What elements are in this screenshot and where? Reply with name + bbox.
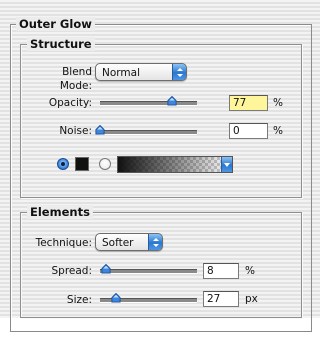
opacity-label: Opacity:: [48, 97, 92, 109]
opacity-field[interactable]: 77: [229, 95, 268, 111]
size-slider-thumb[interactable]: [111, 293, 121, 303]
noise-unit: %: [273, 125, 283, 137]
spread-unit: %: [245, 265, 255, 277]
spread-field[interactable]: 8: [203, 263, 239, 279]
technique-label: Technique:: [35, 237, 92, 249]
opacity-unit: %: [273, 97, 283, 109]
technique-value: Softer: [102, 237, 134, 249]
noise-slider-track[interactable]: [100, 130, 197, 135]
glow-color-swatch[interactable]: [75, 157, 89, 171]
size-field[interactable]: 27: [203, 291, 239, 307]
spread-slider-thumb[interactable]: [101, 264, 111, 274]
noise-label: Noise:: [59, 125, 92, 137]
popup-arrows-icon: [148, 234, 162, 250]
spread-label: Spread:: [51, 265, 92, 277]
blend-mode-label: Blend Mode:: [59, 66, 92, 92]
solid-color-radio[interactable]: [57, 158, 69, 170]
outer-glow-panel: Outer Glow Structure Blend Mode: Normal …: [0, 0, 320, 337]
noise-field[interactable]: 0: [229, 123, 268, 139]
outer-glow-title: Outer Glow: [16, 17, 95, 31]
glow-gradient-picker[interactable]: [117, 156, 233, 173]
opacity-slider-track[interactable]: [100, 101, 197, 106]
structure-title: Structure: [27, 37, 95, 51]
gradient-dropdown-icon[interactable]: [221, 157, 232, 172]
opacity-slider-thumb[interactable]: [167, 96, 177, 106]
spread-slider-track[interactable]: [100, 269, 197, 274]
popup-arrows-icon: [172, 64, 186, 80]
gradient-radio[interactable]: [99, 158, 111, 170]
technique-select[interactable]: Softer: [95, 233, 163, 251]
blend-mode-select[interactable]: Normal: [95, 63, 187, 81]
size-label: Size:: [66, 294, 92, 306]
elements-title: Elements: [27, 205, 93, 219]
blend-mode-value: Normal: [102, 67, 140, 79]
noise-slider-thumb[interactable]: [95, 125, 105, 135]
size-unit: px: [245, 293, 258, 305]
gradient-preview: [118, 157, 232, 172]
